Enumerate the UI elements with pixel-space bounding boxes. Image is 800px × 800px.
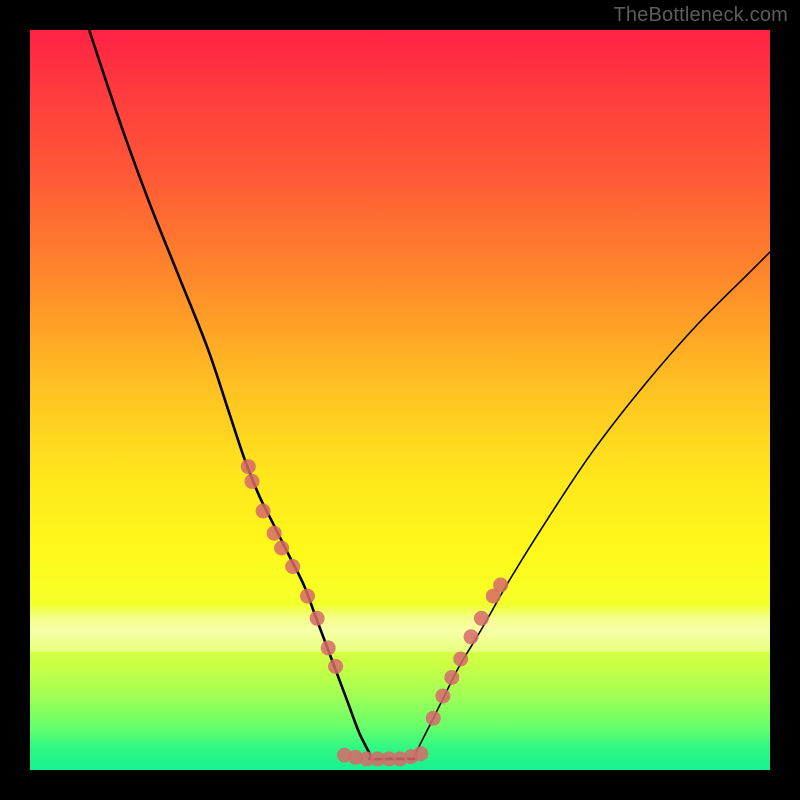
marker-dot xyxy=(453,652,468,667)
curve-layer xyxy=(30,30,770,770)
marker-dot xyxy=(426,711,441,726)
marker-dot xyxy=(493,578,508,593)
curve-markers xyxy=(241,459,508,766)
chart-frame: TheBottleneck.com xyxy=(0,0,800,800)
attribution-text: TheBottleneck.com xyxy=(613,4,788,27)
marker-dot xyxy=(464,629,479,644)
marker-dot xyxy=(435,689,450,704)
marker-dot xyxy=(413,746,428,761)
marker-dot xyxy=(444,670,459,685)
marker-dot xyxy=(241,459,256,474)
curve-paths xyxy=(89,30,770,759)
marker-dot xyxy=(274,541,289,556)
marker-dot xyxy=(300,589,315,604)
marker-dot xyxy=(285,559,300,574)
left-curve xyxy=(89,30,415,759)
marker-dot xyxy=(328,659,343,674)
plot-area xyxy=(30,30,770,770)
marker-dot xyxy=(256,504,271,519)
marker-dot xyxy=(267,526,282,541)
marker-dot xyxy=(310,611,325,626)
marker-dot xyxy=(321,640,336,655)
right-curve xyxy=(370,252,770,759)
marker-dot xyxy=(474,611,489,626)
marker-dot xyxy=(245,474,260,489)
